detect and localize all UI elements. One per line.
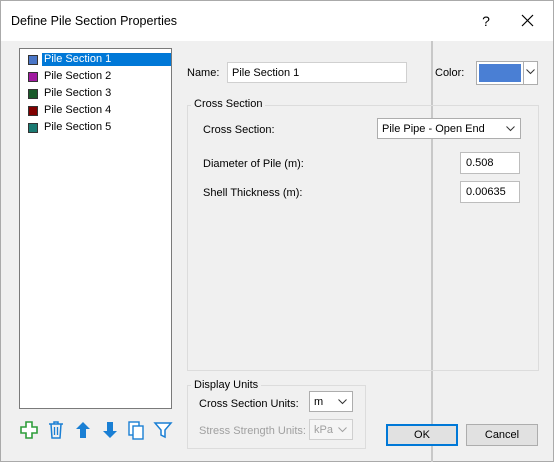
list-item-label: Pile Section 1 — [42, 53, 171, 66]
chevron-down-icon — [338, 427, 347, 433]
diameter-label: Diameter of Pile (m): — [203, 158, 304, 170]
cancel-button[interactable]: Cancel — [466, 424, 538, 446]
define-pile-section-dialog: Define Pile Section Properties ? Pile Se… — [0, 0, 554, 462]
display-units-group-title: Display Units — [191, 379, 262, 391]
list-item-pile-section-2[interactable]: Pile Section 2 — [22, 68, 171, 85]
ok-button[interactable]: OK — [386, 424, 458, 446]
shell-thickness-label: Shell Thickness (m): — [203, 187, 303, 199]
color-label: Color: — [435, 67, 465, 79]
close-button[interactable] — [513, 9, 543, 33]
section-color-swatch — [28, 89, 38, 99]
list-item-label: Pile Section 2 — [44, 70, 112, 82]
close-icon — [521, 14, 534, 27]
name-field[interactable] — [227, 62, 407, 83]
color-swatch — [479, 64, 521, 82]
color-picker-divider — [523, 62, 524, 84]
cross-section-group — [187, 105, 539, 371]
cross-section-type-value: Pile Pipe - Open End — [382, 123, 485, 135]
filter-button[interactable] — [152, 419, 174, 441]
stress-units-label: Stress Strength Units: — [199, 425, 306, 437]
move-down-button[interactable] — [99, 419, 121, 441]
color-picker[interactable] — [476, 61, 538, 85]
list-item-pile-section-3[interactable]: Pile Section 3 — [22, 85, 171, 102]
pile-section-list[interactable]: Pile Section 1 Pile Section 2 Pile Secti… — [19, 48, 172, 409]
cross-section-units-value: m — [314, 396, 324, 408]
list-item-label: Pile Section 4 — [44, 104, 112, 116]
filter-icon — [153, 422, 173, 439]
stress-units-value: kPa — [314, 424, 333, 436]
move-down-icon — [103, 422, 117, 438]
list-item-pile-section-1[interactable]: Pile Section 1 — [22, 51, 171, 68]
delete-icon — [49, 421, 63, 439]
section-color-swatch — [28, 72, 38, 82]
list-item-label: Pile Section 3 — [44, 87, 112, 99]
section-color-swatch — [28, 106, 38, 116]
move-up-button[interactable] — [72, 419, 94, 441]
list-item-pile-section-5[interactable]: Pile Section 5 — [22, 119, 171, 136]
cross-section-units-label: Cross Section Units: — [199, 398, 299, 410]
dialog-title: Define Pile Section Properties — [11, 14, 178, 28]
section-color-swatch — [28, 123, 38, 133]
name-label: Name: — [187, 67, 220, 79]
delete-section-button[interactable] — [45, 419, 67, 441]
list-item-pile-section-4[interactable]: Pile Section 4 — [22, 102, 171, 119]
add-section-button[interactable] — [18, 419, 40, 441]
chevron-down-icon — [526, 69, 535, 75]
diameter-field[interactable]: 0.508 — [460, 152, 520, 174]
add-icon — [20, 421, 38, 439]
chevron-down-icon — [506, 126, 515, 132]
help-button[interactable]: ? — [471, 9, 501, 33]
copy-icon — [128, 421, 144, 440]
cross-section-type-label: Cross Section: — [203, 124, 275, 136]
cross-section-group-title: Cross Section — [191, 98, 266, 110]
move-up-icon — [76, 422, 90, 438]
cross-section-type-dropdown[interactable]: Pile Pipe - Open End — [377, 118, 521, 139]
shell-thickness-field[interactable]: 0.00635 — [460, 181, 520, 203]
stress-units-dropdown: kPa — [309, 419, 353, 440]
section-color-swatch — [28, 55, 38, 65]
copy-section-button[interactable] — [125, 419, 147, 441]
list-item-label: Pile Section 5 — [44, 121, 112, 133]
cross-section-units-dropdown[interactable]: m — [309, 391, 353, 412]
chevron-down-icon — [338, 399, 347, 405]
title-bar: Define Pile Section Properties ? — [1, 1, 553, 41]
